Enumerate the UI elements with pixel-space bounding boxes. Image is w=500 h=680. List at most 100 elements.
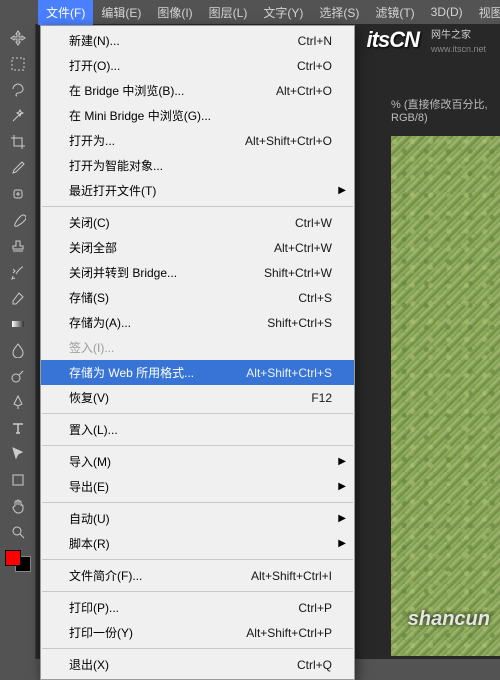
watermark-logo: itsCN <box>367 27 419 53</box>
menu-item-label: 文件简介(F)... <box>69 567 142 584</box>
menu-item-shortcut: Ctrl+W <box>279 216 332 230</box>
menu-item[interactable]: 打开(O)...Ctrl+O <box>41 53 354 78</box>
menu-separator <box>42 591 353 592</box>
eyedropper-tool[interactable] <box>6 156 30 180</box>
menu-6[interactable]: 滤镜(T) <box>367 0 422 25</box>
menu-2[interactable]: 图像(I) <box>149 0 200 25</box>
menu-item[interactable]: 关闭全部 Alt+Ctrl+W <box>41 235 354 260</box>
dodge-tool[interactable] <box>6 364 30 388</box>
wand-tool[interactable] <box>6 104 30 128</box>
menu-separator <box>42 559 353 560</box>
color-swatch[interactable] <box>5 550 31 572</box>
menu-item[interactable]: 脚本(R)▶ <box>41 531 354 556</box>
menu-item-label: 打开为... <box>69 132 115 149</box>
menu-item[interactable]: 关闭并转到 Bridge... Shift+Ctrl+W <box>41 260 354 285</box>
menu-item[interactable]: 在 Mini Bridge 中浏览(G)... <box>41 103 354 128</box>
stamp-tool[interactable] <box>6 234 30 258</box>
menu-item: 签入(I)... <box>41 335 354 360</box>
menu-item[interactable]: 新建(N)... Ctrl+N <box>41 28 354 53</box>
menu-item[interactable]: 置入(L)... <box>41 417 354 442</box>
healing-tool[interactable] <box>6 182 30 206</box>
marquee-tool[interactable] <box>6 52 30 76</box>
crop-tool[interactable] <box>6 130 30 154</box>
site-watermark: itsCN 网牛之家 www.itscn.net <box>367 24 492 55</box>
menu-item-label: 存储为 Web 所用格式... <box>69 364 194 381</box>
menu-item-label: 导出(E) <box>69 478 109 495</box>
menu-item-label: 恢复(V) <box>69 389 109 406</box>
watermark-line1: 网牛之家 <box>425 24 492 43</box>
blur-tool[interactable] <box>6 338 30 362</box>
menu-item-label: 存储(S) <box>69 289 109 306</box>
shape-tool[interactable] <box>6 468 30 492</box>
menu-item[interactable]: 退出(X)Ctrl+Q <box>41 652 354 677</box>
menu-8[interactable]: 视图(V) <box>471 0 500 25</box>
gradient-tool[interactable] <box>6 312 30 336</box>
menu-item[interactable]: 在 Bridge 中浏览(B)... Alt+Ctrl+O <box>41 78 354 103</box>
menu-item-shortcut: Shift+Ctrl+W <box>248 266 332 280</box>
menu-item-label: 最近打开文件(T) <box>69 182 156 199</box>
menu-item[interactable]: 自动(U) ▶ <box>41 506 354 531</box>
menu-item-shortcut: Shift+Ctrl+S <box>251 316 332 330</box>
menu-item-label: 关闭全部 <box>69 239 117 256</box>
type-tool[interactable] <box>6 416 30 440</box>
menu-separator <box>42 502 353 503</box>
menu-separator <box>42 413 353 414</box>
watermark-line2: www.itscn.net <box>425 43 492 55</box>
eraser-tool[interactable] <box>6 286 30 310</box>
menu-3[interactable]: 图层(L) <box>201 0 256 25</box>
menu-item[interactable]: 打印(P)...Ctrl+P <box>41 595 354 620</box>
menu-item[interactable]: 导出(E) ▶ <box>41 474 354 499</box>
menu-item-shortcut: Alt+Shift+Ctrl+O <box>229 134 332 148</box>
menu-item[interactable]: 文件简介(F)... Alt+Shift+Ctrl+I <box>41 563 354 588</box>
menu-4[interactable]: 文字(Y) <box>255 0 311 25</box>
menu-item[interactable]: 存储为 Web 所用格式... Alt+Shift+Ctrl+S <box>41 360 354 385</box>
submenu-arrow-icon: ▶ <box>338 481 346 492</box>
brush-tool[interactable] <box>6 208 30 232</box>
menu-7[interactable]: 3D(D) <box>423 1 471 23</box>
menu-item[interactable]: 存储(S)Ctrl+S <box>41 285 354 310</box>
canvas-image[interactable] <box>391 136 500 656</box>
menu-item-shortcut: Alt+Ctrl+W <box>258 241 332 255</box>
history-brush-tool[interactable] <box>6 260 30 284</box>
move-tool[interactable] <box>6 26 30 50</box>
submenu-arrow-icon: ▶ <box>338 513 346 524</box>
menu-item-label: 在 Bridge 中浏览(B)... <box>69 82 184 99</box>
menu-item-label: 关闭(C) <box>69 214 110 231</box>
menubar: 文件(F)编辑(E)图像(I)图层(L)文字(Y)选择(S)滤镜(T)3D(D)… <box>0 0 500 24</box>
menu-5[interactable]: 选择(S) <box>311 0 367 25</box>
menu-item-shortcut: Alt+Shift+Ctrl+P <box>230 626 332 640</box>
menu-item[interactable]: 打印一份(Y) Alt+Shift+Ctrl+P <box>41 620 354 645</box>
menu-item-shortcut: Ctrl+N <box>282 34 332 48</box>
menu-item[interactable]: 恢复(V) F12 <box>41 385 354 410</box>
menu-item[interactable]: 导入(M)▶ <box>41 449 354 474</box>
menu-item-shortcut: Alt+Shift+Ctrl+I <box>235 569 332 583</box>
menu-item-shortcut: F12 <box>295 391 332 405</box>
menu-item-label: 自动(U) <box>69 510 110 527</box>
zoom-tool[interactable] <box>6 520 30 544</box>
menu-item[interactable]: 最近打开文件(T) ▶ <box>41 178 354 203</box>
document-info: % (直接修改百分比, RGB/8) <box>391 96 500 124</box>
path-tool[interactable] <box>6 442 30 466</box>
menu-item-shortcut: Alt+Shift+Ctrl+S <box>230 366 332 380</box>
menu-item-label: 存储为(A)... <box>69 314 131 331</box>
pen-tool[interactable] <box>6 390 30 414</box>
tools-panel <box>0 24 36 659</box>
menu-separator <box>42 648 353 649</box>
menu-item-label: 置入(L)... <box>69 421 118 438</box>
menu-item[interactable]: 关闭(C) Ctrl+W <box>41 210 354 235</box>
lasso-tool[interactable] <box>6 78 30 102</box>
menu-item-label: 新建(N)... <box>69 32 120 49</box>
menu-item[interactable]: 打开为智能对象... <box>41 153 354 178</box>
menu-1[interactable]: 编辑(E) <box>93 0 149 25</box>
hand-tool[interactable] <box>6 494 30 518</box>
submenu-arrow-icon: ▶ <box>338 185 346 196</box>
menu-item-label: 打印一份(Y) <box>69 624 133 641</box>
menu-item-label: 脚本(R) <box>69 535 110 552</box>
menu-item-label: 打开(O)... <box>69 57 120 74</box>
menu-item[interactable]: 存储为(A)... Shift+Ctrl+S <box>41 310 354 335</box>
menu-item-shortcut: Alt+Ctrl+O <box>260 84 332 98</box>
menu-0[interactable]: 文件(F) <box>38 0 93 25</box>
menu-item-label: 关闭并转到 Bridge... <box>69 264 177 281</box>
menu-item[interactable]: 打开为... Alt+Shift+Ctrl+O <box>41 128 354 153</box>
foreground-color[interactable] <box>5 550 21 566</box>
